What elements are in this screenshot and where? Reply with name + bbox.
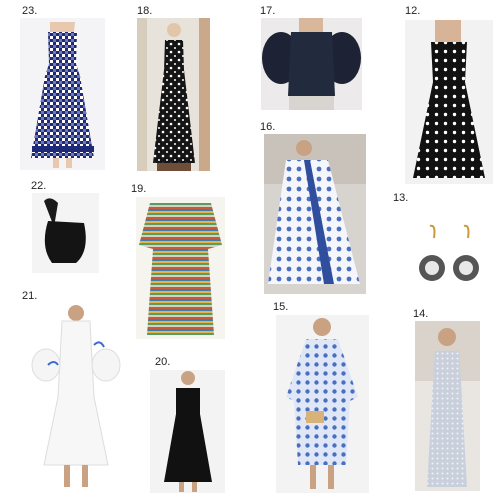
item-number-13: 13. [393,192,409,204]
item-number-20: 20. [155,356,171,368]
product-image-polka-dot-dress[interactable] [405,20,493,184]
item-number-23: 23. [22,5,38,17]
product-image-blue-floral-dress[interactable] [276,315,369,493]
item-number-15: 15. [273,301,289,313]
product-image-navy-puff-top[interactable] [261,18,362,110]
product-image-striped-kaftan[interactable] [136,197,225,339]
product-image-black-print-maxi[interactable] [137,18,210,171]
item-number-21: 21. [22,290,38,302]
item-number-16: 16. [260,121,276,133]
product-image-white-ruffle-dress[interactable] [28,305,123,490]
item-number-17: 17. [260,5,276,17]
product-image-black-square-neck-dress[interactable] [150,370,225,493]
product-image-navy-gingham-dress[interactable] [20,18,105,170]
product-image-black-knot-bag[interactable] [32,193,99,273]
item-number-18: 18. [137,5,153,17]
product-image-drop-earrings[interactable] [414,222,484,292]
product-image-sequin-gown[interactable] [415,321,480,491]
product-image-blue-print-kaftan[interactable] [264,134,366,294]
item-number-19: 19. [131,183,147,195]
item-number-14: 14. [413,308,429,320]
item-number-22: 22. [31,180,47,192]
item-number-12: 12. [405,5,421,17]
